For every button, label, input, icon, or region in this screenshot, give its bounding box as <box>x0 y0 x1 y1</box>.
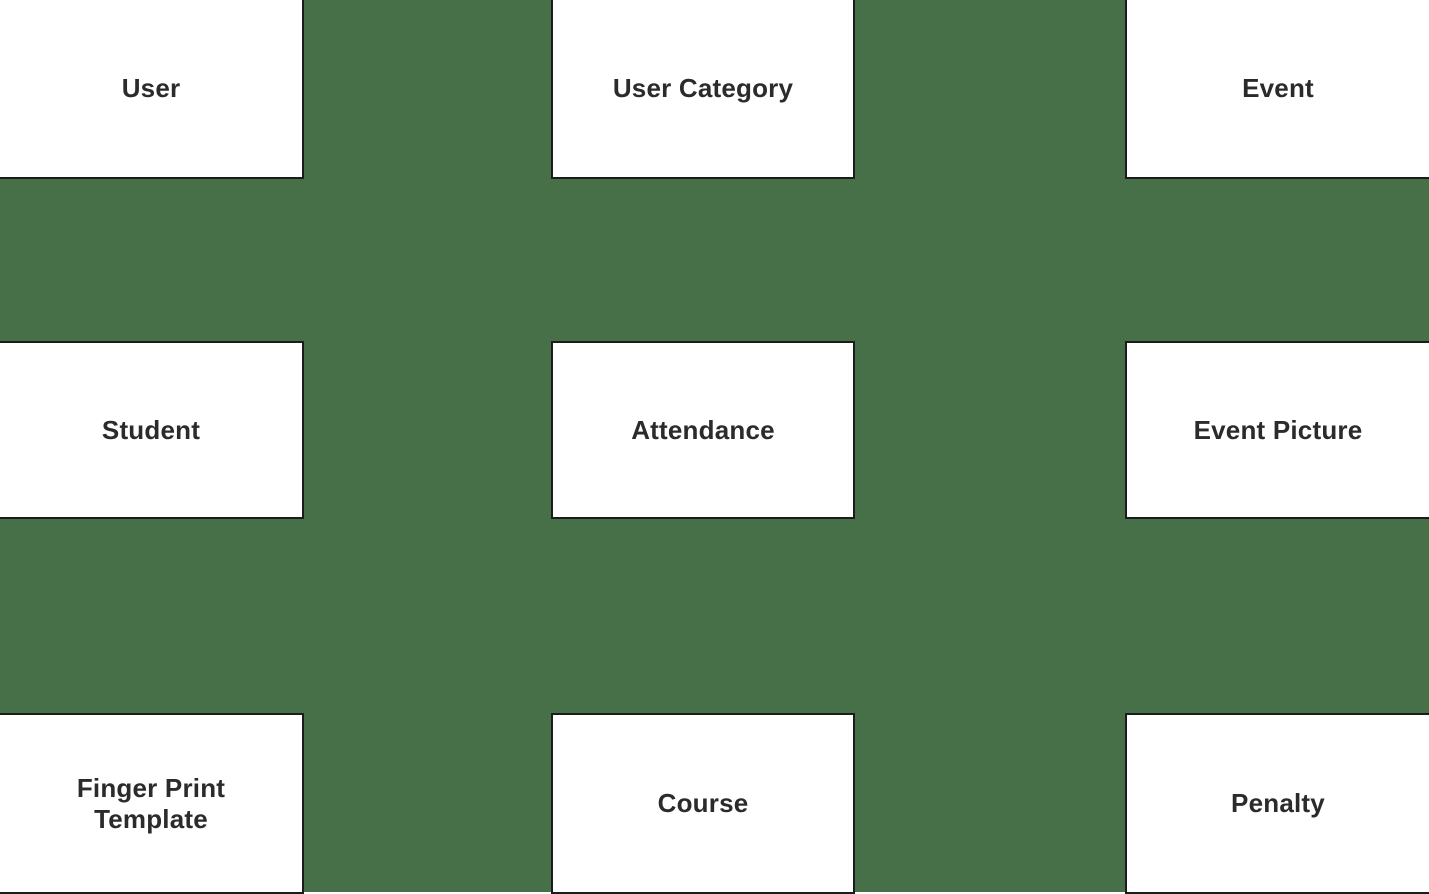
entity-box-event[interactable]: Event <box>1125 0 1429 179</box>
entity-label-event: Event <box>1242 73 1314 104</box>
entity-box-penalty[interactable]: Penalty <box>1125 713 1429 894</box>
entity-label-penalty: Penalty <box>1231 788 1325 819</box>
entity-box-student[interactable]: Student <box>0 341 304 519</box>
entity-label-student: Student <box>101 414 201 445</box>
entity-box-course[interactable]: Course <box>551 713 855 894</box>
entity-label-attendance: Attendance <box>631 414 775 445</box>
entity-box-user-category[interactable]: User Category <box>551 0 855 179</box>
entity-label-event-picture: Event Picture <box>1193 414 1363 445</box>
diagram-canvas: User User Category Event Student Attenda… <box>0 0 1429 894</box>
entity-label-user-category: User Category <box>612 73 794 104</box>
entity-label-finger-print-template: Finger Print Template <box>76 772 226 834</box>
entity-label-user: User <box>121 73 181 104</box>
entity-box-user[interactable]: User <box>0 0 304 179</box>
entity-label-course: Course <box>657 788 749 819</box>
entity-box-attendance[interactable]: Attendance <box>551 341 855 519</box>
entity-box-finger-print-template[interactable]: Finger Print Template <box>0 713 304 894</box>
entity-box-event-picture[interactable]: Event Picture <box>1125 341 1429 519</box>
